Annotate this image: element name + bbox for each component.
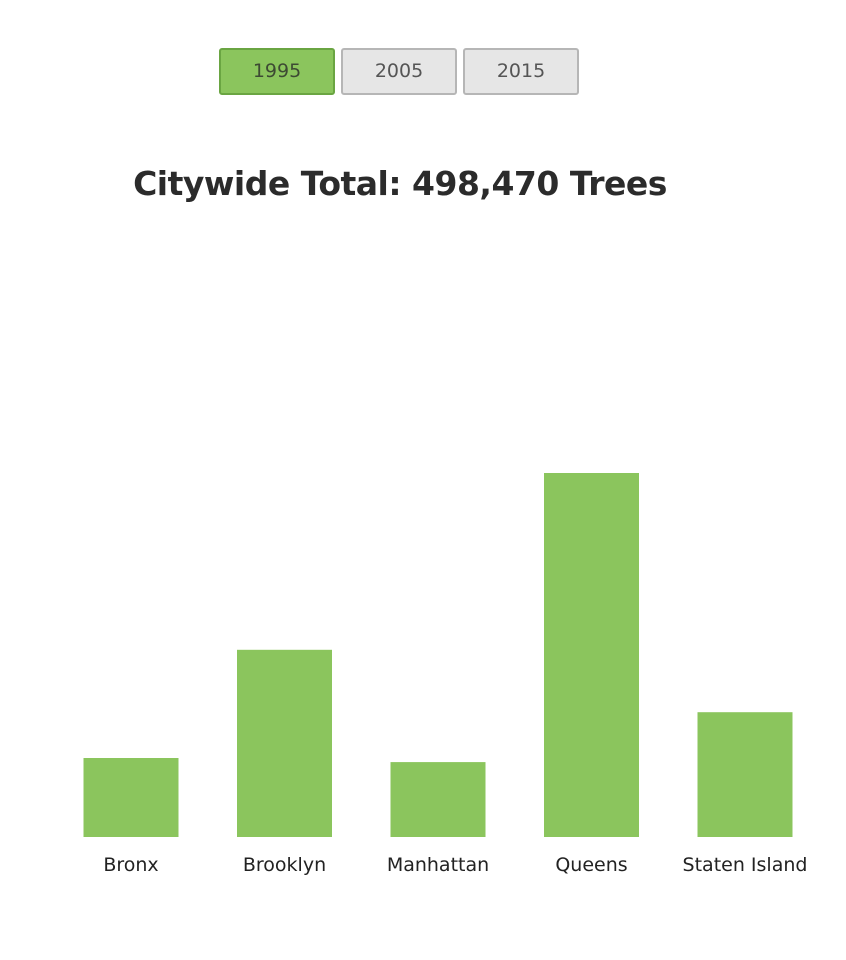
category-label-staten-island: Staten Island bbox=[683, 854, 808, 876]
bar-queens bbox=[544, 473, 639, 837]
bar-staten-island bbox=[697, 712, 793, 837]
bar-brooklyn bbox=[237, 649, 332, 837]
category-label-queens: Queens bbox=[555, 854, 627, 876]
bar-chart: Bronx Brooklyn Manhattan Queens Staten Islan… bbox=[83, 473, 808, 876]
category-label-bronx: Bronx bbox=[103, 854, 158, 876]
category-label-brooklyn: Brooklyn bbox=[243, 854, 326, 876]
category-label-manhattan: Manhattan bbox=[387, 854, 489, 876]
bar-bronx bbox=[83, 758, 179, 837]
bar-manhattan bbox=[390, 762, 486, 837]
